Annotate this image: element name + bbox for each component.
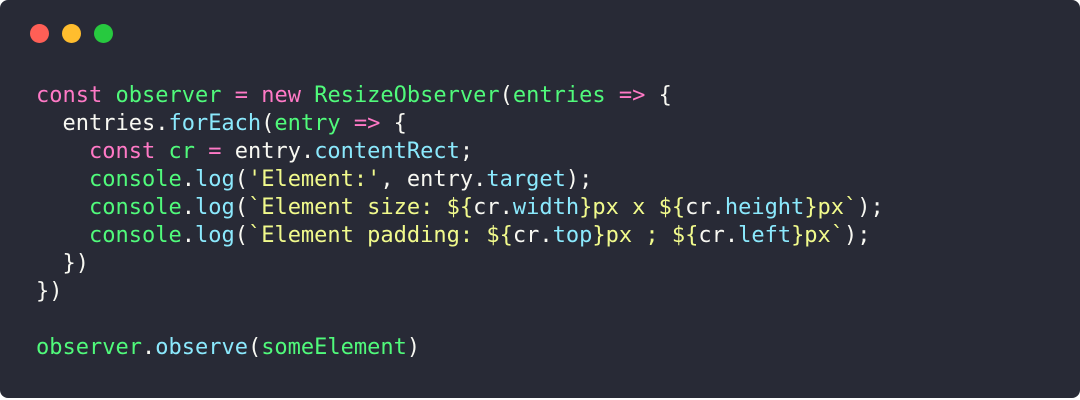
code-line: }) — [36, 278, 884, 306]
code-token-plain: ); — [565, 167, 593, 192]
code-token-keyword: = — [208, 139, 222, 164]
code-token-property: contentRect — [314, 139, 460, 164]
code-line: entries.forEach(entry => { — [36, 110, 884, 138]
code-token-property: top — [552, 223, 593, 248]
code-token-plain: ; — [459, 139, 474, 164]
code-token-plain: }) — [36, 251, 89, 276]
code-token-property: observe — [155, 335, 248, 360]
code-line: console.log(`Element padding: ${cr.top}p… — [36, 222, 884, 250]
code-token-string: `Element padding: ${ — [247, 223, 513, 248]
code-token-function: entries — [512, 83, 606, 108]
code-token-function: someElement — [261, 335, 407, 360]
code-block: const observer = new ResizeObserver(entr… — [36, 82, 884, 362]
code-token-plain: entry. — [221, 139, 315, 164]
code-token-function: console — [88, 195, 182, 220]
code-token-plain: ( — [247, 335, 262, 360]
maximize-button[interactable] — [94, 24, 113, 43]
code-token-plain: ); — [844, 223, 871, 248]
window-controls — [30, 24, 113, 43]
code-line: console.log(`Element size: ${cr.width}px… — [36, 194, 884, 222]
code-token-property: left — [738, 223, 792, 248]
code-token-function: observer — [36, 335, 142, 360]
code-token-string: }px x ${ — [579, 195, 686, 220]
code-token-plain: ); — [857, 195, 884, 220]
code-token-keyword: => — [353, 111, 381, 136]
code-token-keyword: new — [261, 83, 301, 108]
code-token-plain: . — [181, 167, 195, 192]
code-token-property: height — [724, 195, 805, 220]
code-token-function: observer — [115, 83, 222, 108]
code-token-keyword: const — [36, 83, 103, 108]
code-token-plain: . — [181, 195, 195, 220]
code-token-string: 'Element:' — [247, 167, 381, 192]
code-token-plain: . — [181, 223, 195, 248]
code-token-plain: ( — [234, 223, 248, 248]
code-token-keyword: = — [234, 83, 248, 108]
code-line: const cr = entry.contentRect; — [36, 138, 884, 166]
code-token-plain: cr. — [685, 195, 725, 220]
code-token-plain: entries. — [36, 111, 169, 136]
code-token-keyword: => — [618, 83, 646, 108]
code-token-string: `Element size: ${ — [247, 195, 474, 220]
code-token-plain: cr. — [698, 223, 739, 248]
code-token-property: log — [194, 195, 235, 220]
code-token-plain: cr. — [473, 195, 513, 220]
code-line: console.log('Element:', entry.target); — [36, 166, 884, 194]
code-token-plain: . — [141, 335, 156, 360]
code-token-function: console — [88, 167, 182, 192]
code-token-plain: ( — [261, 111, 275, 136]
code-line: const observer = new ResizeObserver(entr… — [36, 82, 884, 110]
code-token-property: log — [194, 167, 235, 192]
code-token-string: }px ; ${ — [592, 223, 699, 248]
code-token-function: entry — [274, 111, 341, 136]
code-token-plain: ( — [234, 167, 248, 192]
code-token-function: ResizeObserver — [314, 83, 500, 108]
code-token-plain: { — [645, 83, 672, 108]
code-token-property: width — [512, 195, 580, 220]
code-token-plain: ) — [406, 335, 421, 360]
code-token-plain: cr. — [512, 223, 553, 248]
close-button[interactable] — [30, 24, 49, 43]
code-line: }) — [36, 250, 884, 278]
code-token-plain: , entry. — [380, 167, 487, 192]
code-token-function: cr — [168, 139, 195, 164]
code-token-plain: }) — [36, 279, 63, 304]
code-token-property: log — [194, 223, 235, 248]
code-token-plain: ( — [234, 195, 248, 220]
code-token-property: target — [486, 167, 566, 192]
code-token-function: console — [88, 223, 182, 248]
code-token-plain: { — [380, 111, 407, 136]
code-window: const observer = new ResizeObserver(entr… — [0, 0, 1080, 398]
code-token-string: }px` — [791, 223, 845, 248]
minimize-button[interactable] — [62, 24, 81, 43]
code-token-string: }px` — [804, 195, 858, 220]
code-token-plain: ( — [499, 83, 513, 108]
code-token-property: forEach — [168, 111, 262, 136]
code-token-keyword: const — [88, 139, 156, 164]
code-line: observer.observe(someElement) — [36, 334, 884, 362]
